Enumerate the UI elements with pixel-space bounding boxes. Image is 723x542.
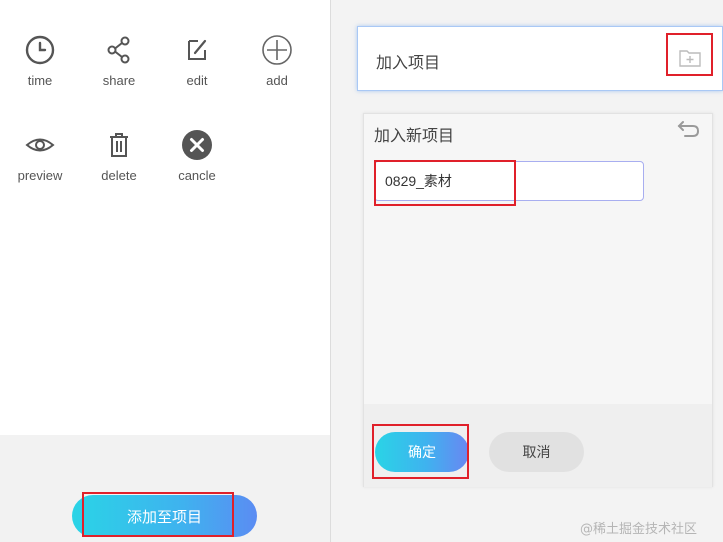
confirm-button[interactable]: 确定 bbox=[375, 432, 469, 472]
add-to-project-button[interactable]: 添加至项目 bbox=[72, 495, 257, 537]
share-label: share bbox=[102, 73, 136, 88]
trash-icon bbox=[110, 133, 128, 157]
folder-add-icon bbox=[679, 50, 701, 67]
undo-icon bbox=[677, 121, 700, 137]
edit-tool[interactable]: edit bbox=[165, 33, 229, 88]
project-header: 加入项目 bbox=[357, 26, 723, 91]
panel-title: 加入项目 bbox=[376, 53, 441, 72]
clock-icon bbox=[25, 35, 55, 65]
preview-label: preview bbox=[17, 168, 63, 183]
edit-label: edit bbox=[186, 73, 208, 88]
time-tool[interactable]: time bbox=[8, 33, 72, 88]
back-button[interactable] bbox=[676, 118, 702, 140]
new-folder-button[interactable] bbox=[676, 43, 704, 71]
time-label: time bbox=[27, 73, 53, 88]
add-tool[interactable]: add bbox=[245, 33, 309, 88]
share-tool[interactable]: share bbox=[87, 33, 151, 88]
eye-icon bbox=[25, 138, 55, 152]
cancel-label: cancle bbox=[178, 168, 216, 183]
share-icon bbox=[107, 36, 130, 64]
watermark: @稀土掘金技术社区 bbox=[580, 522, 698, 537]
project-name-input[interactable] bbox=[374, 161, 644, 201]
dialog-title: 加入新项目 bbox=[374, 126, 455, 145]
plus-circle-icon bbox=[262, 35, 292, 65]
edit-icon bbox=[188, 39, 207, 60]
cancel-button[interactable]: 取消 bbox=[489, 432, 584, 472]
new-project-dialog: 加入新项目 确定 取消 bbox=[363, 113, 713, 487]
preview-tool[interactable]: preview bbox=[8, 128, 72, 183]
delete-tool[interactable]: delete bbox=[87, 128, 151, 183]
add-label: add bbox=[266, 73, 288, 88]
delete-label: delete bbox=[101, 168, 137, 183]
close-circle-icon bbox=[182, 130, 212, 160]
cancel-tool[interactable]: cancle bbox=[165, 128, 229, 183]
